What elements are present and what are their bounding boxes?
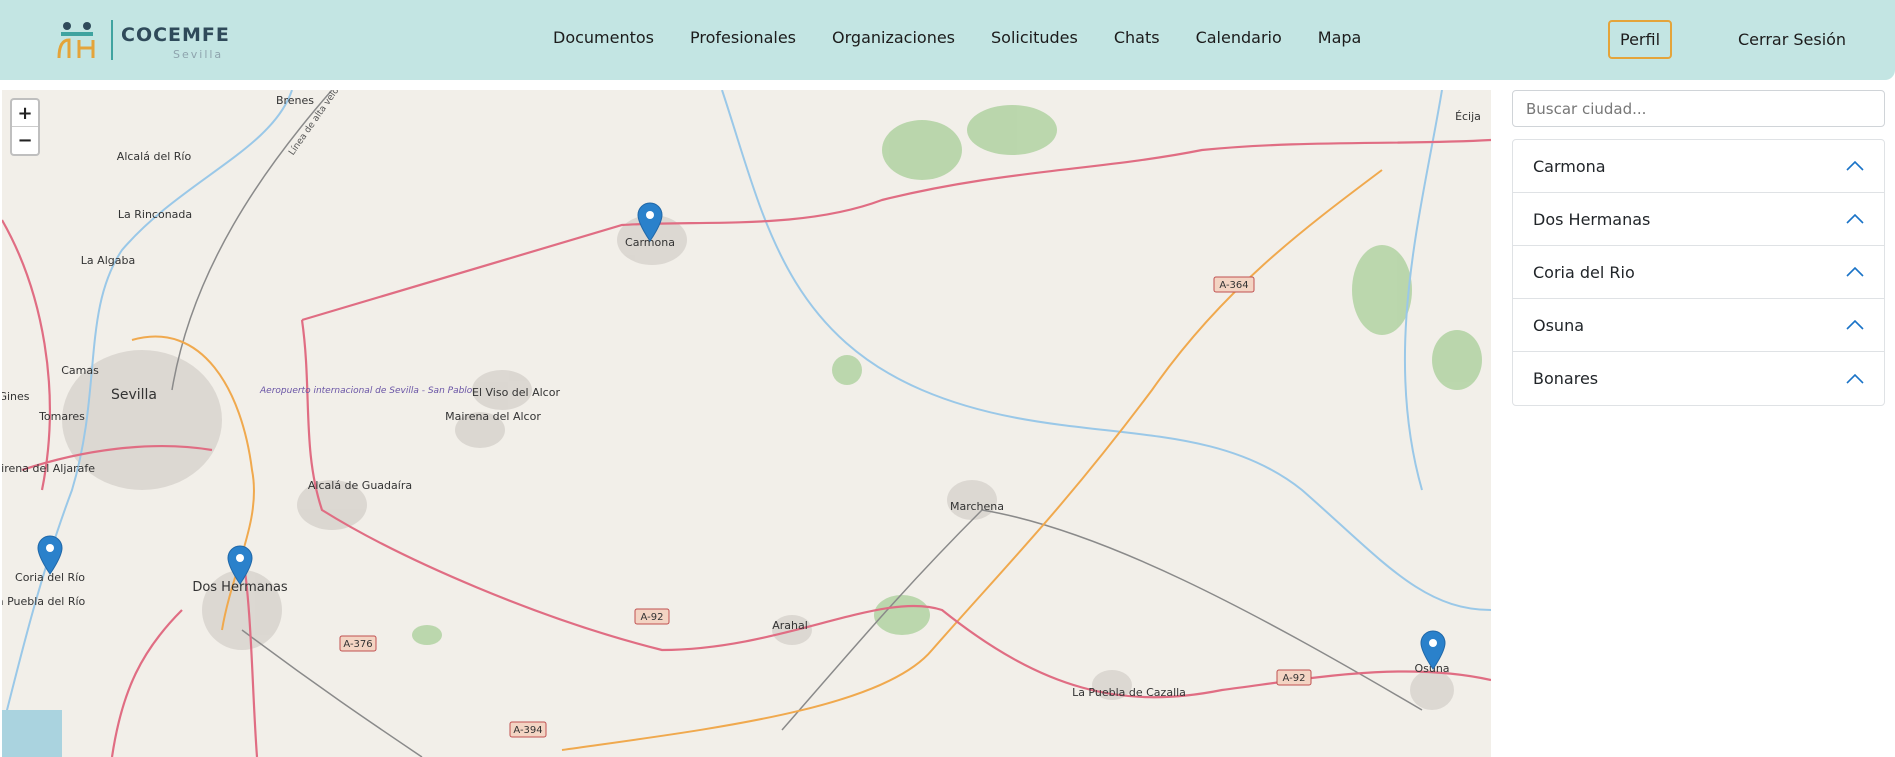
city-item-osuna[interactable]: Osuna xyxy=(1513,299,1884,352)
place-la-puebla-del-rio: La Puebla del Río xyxy=(2,595,86,608)
marsh xyxy=(2,710,62,757)
marker-osuna[interactable] xyxy=(1420,630,1446,670)
chevron-up-icon xyxy=(1846,161,1864,171)
road-a376: A-376 xyxy=(343,639,372,650)
place-gines: Gines xyxy=(2,390,30,403)
cocemfe-logo[interactable]: COCEMFE Sevilla xyxy=(55,18,229,62)
city-accordion: Carmona Dos Hermanas Coria del Rio Osuna… xyxy=(1512,139,1885,406)
chevron-up-icon xyxy=(1846,320,1864,330)
nav-mapa[interactable]: Mapa xyxy=(1318,28,1362,52)
nav-profesionales[interactable]: Profesionales xyxy=(690,28,796,52)
road-a394: A-394 xyxy=(513,725,542,736)
nav-chats[interactable]: Chats xyxy=(1114,28,1160,52)
city-item-bonares[interactable]: Bonares xyxy=(1513,352,1884,405)
place-alcala-de-guadaira: Alcalá de Guadaíra xyxy=(308,479,412,492)
motorways xyxy=(131,169,1383,751)
place-alcala-del-rio: Alcalá del Río xyxy=(117,150,192,163)
nav-organizaciones[interactable]: Organizaciones xyxy=(832,28,955,52)
brand-sub: Sevilla xyxy=(173,48,224,61)
main-roads xyxy=(2,138,1491,757)
marker-coria-del-rio[interactable] xyxy=(37,535,63,575)
road-a364: A-364 xyxy=(1219,280,1248,291)
place-arahal: Arahal xyxy=(772,619,808,632)
main-nav: Documentos Profesionales Organizaciones … xyxy=(553,28,1397,52)
place-sevilla: Sevilla xyxy=(111,387,157,403)
perfil-button[interactable]: Perfil xyxy=(1608,20,1672,59)
logo-divider xyxy=(111,20,113,60)
brand-name: COCEMFE xyxy=(121,24,230,46)
place-mairena-aljarafe: Mairena del Aljarafe xyxy=(2,462,95,475)
map-canvas[interactable]: A-364 A-92 A-92 A-376 A-394 Brenes Alcal… xyxy=(2,90,1491,757)
chevron-up-icon xyxy=(1846,267,1864,277)
zoom-control: + − xyxy=(10,98,40,156)
city-label: Coria del Rio xyxy=(1533,262,1635,282)
marker-carmona[interactable] xyxy=(637,202,663,242)
map-view[interactable]: A-364 A-92 A-92 A-376 A-394 Brenes Alcal… xyxy=(2,90,1491,757)
nav-calendario[interactable]: Calendario xyxy=(1196,28,1282,52)
place-camas: Camas xyxy=(61,364,99,377)
top-navbar: COCEMFE Sevilla Documentos Profesionales… xyxy=(0,0,1895,80)
chevron-up-icon xyxy=(1846,214,1864,224)
railways xyxy=(171,90,1423,757)
place-marchena: Marchena xyxy=(950,500,1004,513)
place-ecija: Écija xyxy=(1455,110,1481,123)
logout-button[interactable]: Cerrar Sesión xyxy=(1738,30,1846,49)
city-item-carmona[interactable]: Carmona xyxy=(1513,140,1884,193)
city-label: Osuna xyxy=(1533,315,1585,335)
place-la-puebla-de-cazalla: La Puebla de Cazalla xyxy=(1072,686,1186,699)
city-label: Bonares xyxy=(1533,369,1599,388)
place-airport: Aeropuerto internacional de Sevilla - Sa… xyxy=(259,386,473,396)
zoom-out-button[interactable]: − xyxy=(12,127,38,154)
road-a92-west: A-92 xyxy=(641,612,664,623)
nav-documentos[interactable]: Documentos xyxy=(553,28,654,52)
place-tomares: Tomares xyxy=(38,410,85,423)
place-la-algaba: La Algaba xyxy=(81,254,135,267)
logo-icon xyxy=(57,22,95,59)
zoom-in-button[interactable]: + xyxy=(12,100,38,127)
marker-dos-hermanas[interactable] xyxy=(227,545,253,585)
place-el-viso-del-alcor: El Viso del Alcor xyxy=(472,386,560,399)
place-brenes: Brenes xyxy=(276,94,314,107)
chevron-up-icon xyxy=(1846,373,1864,384)
road-shields: A-364 A-92 A-92 A-376 A-394 xyxy=(339,276,1312,738)
place-mairena-del-alcor: Mairena del Alcor xyxy=(445,410,541,423)
city-label: Dos Hermanas xyxy=(1533,209,1651,229)
place-la-rinconada: La Rinconada xyxy=(118,208,192,221)
city-item-coria-del-rio[interactable]: Coria del Rio xyxy=(1513,246,1884,299)
city-item-dos-hermanas[interactable]: Dos Hermanas xyxy=(1513,193,1884,246)
road-a92-east: A-92 xyxy=(1283,673,1306,684)
city-label: Carmona xyxy=(1533,156,1606,176)
city-search-input[interactable]: Buscar ciudad... xyxy=(1512,90,1885,127)
nav-solicitudes[interactable]: Solicitudes xyxy=(991,28,1078,52)
